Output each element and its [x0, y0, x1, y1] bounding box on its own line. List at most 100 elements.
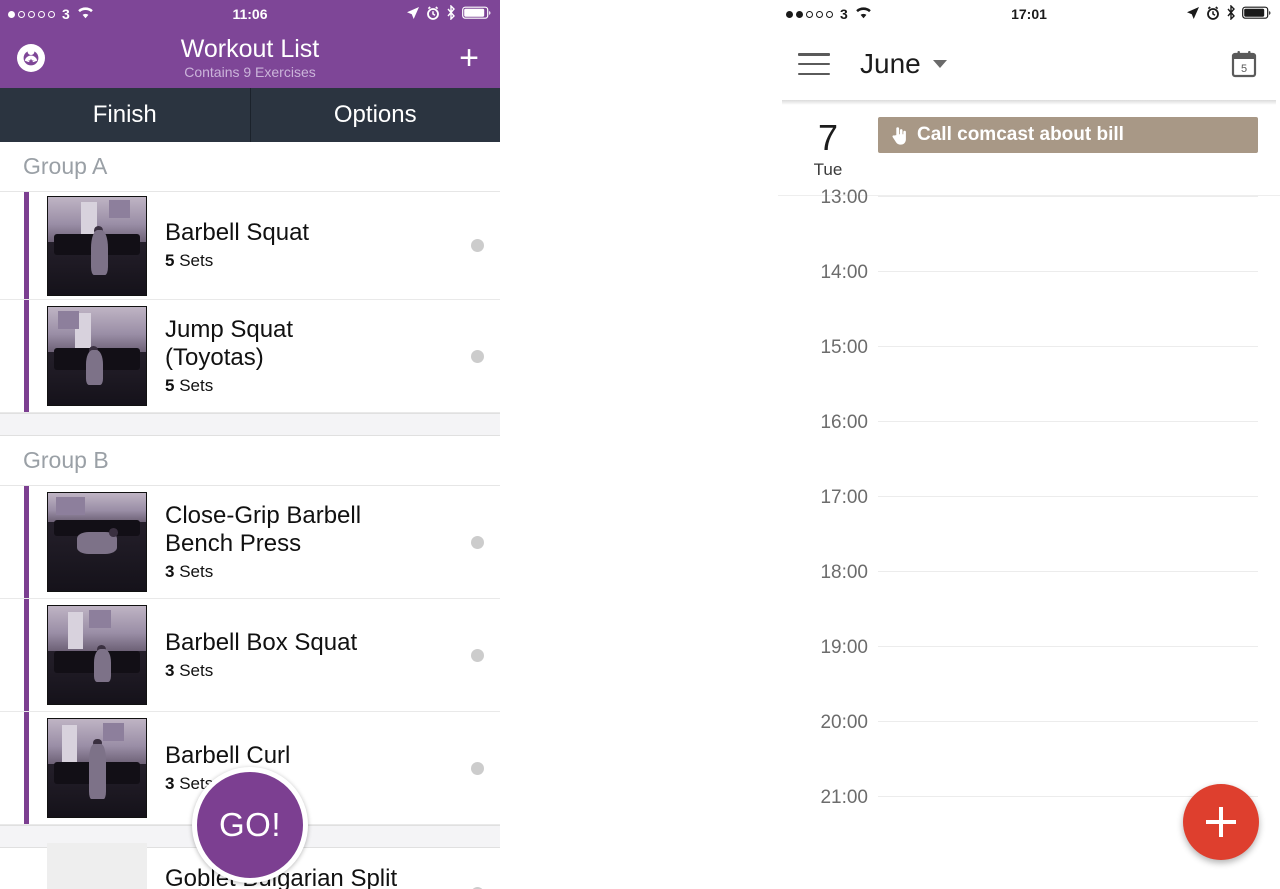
sets-label: Sets [179, 375, 214, 395]
battery-icon [1242, 6, 1272, 23]
app-logo-icon [14, 41, 48, 75]
hour-label: 15:00 [820, 337, 868, 358]
hour-label: 19:00 [820, 637, 868, 658]
alarm-clock-icon [426, 5, 440, 23]
bluetooth-icon [446, 4, 456, 23]
day-row: 7 Tue Call comcast about bill [778, 105, 1280, 196]
group-header-b: Group B [0, 436, 500, 486]
add-exercise-button[interactable]: + [452, 41, 486, 75]
hour-line [878, 421, 1258, 422]
event-chip[interactable]: Call comcast about bill [878, 117, 1258, 153]
finish-button[interactable]: Finish [0, 88, 250, 142]
group-accent-bar [24, 300, 29, 412]
exercise-sets: 3 Sets [165, 561, 461, 583]
exercise-sets: 5 Sets [165, 250, 461, 272]
right-status-signal: 3 [786, 6, 872, 22]
day-column[interactable]: 7 Tue [778, 117, 878, 181]
workout-app-screen: 3 11:06 Workout List Contains 9 Exercise… [0, 0, 500, 889]
signal-dot [786, 10, 793, 18]
hour-line [878, 646, 1258, 647]
group-accent-bar [24, 192, 29, 299]
hour-grid: 13:00 14:00 15:00 16:00 17:00 18:00 19:0… [778, 187, 1280, 871]
exercise-name: Jump Squat (Toyotas) [165, 315, 294, 371]
hour-row[interactable]: 15:00 [778, 337, 1280, 421]
close-grip-bench-thumb [47, 492, 147, 592]
location-arrow-icon [1186, 6, 1200, 23]
sets-label: Sets [179, 660, 214, 680]
hour-label: 14:00 [820, 262, 868, 283]
exercise-row[interactable]: Jump Squat (Toyotas) 5 Sets [0, 300, 500, 413]
options-button[interactable]: Options [249, 88, 501, 142]
hour-line [878, 271, 1258, 272]
svg-text:5: 5 [1241, 63, 1247, 75]
plus-icon [1206, 807, 1236, 837]
goblet-split-squat-thumb [47, 843, 147, 889]
row-status-dot[interactable] [471, 761, 484, 775]
group-accent-bar [24, 848, 29, 889]
exercise-text: Close-Grip Barbell Bench Press 3 Sets [165, 496, 461, 589]
hour-row[interactable]: 18:00 [778, 562, 1280, 646]
exercise-row[interactable]: Close-Grip Barbell Bench Press 3 Sets [0, 486, 500, 599]
group-separator [0, 413, 500, 436]
barbell-squat-thumb [47, 195, 147, 296]
hour-line [878, 571, 1258, 572]
chevron-down-icon[interactable] [932, 60, 947, 68]
sets-count: 5 [165, 251, 175, 270]
hour-row[interactable]: 13:00 [778, 187, 1280, 271]
signal-dot [826, 10, 833, 18]
bluetooth-icon [1226, 4, 1236, 23]
hour-row[interactable]: 19:00 [778, 637, 1280, 721]
signal-dot [796, 10, 803, 18]
exercise-name: Goblet Bulgarian Split Squat [165, 865, 398, 889]
wifi-icon [77, 6, 94, 22]
signal-dot [48, 10, 55, 18]
exercise-row[interactable]: Barbell Squat 5 Sets [0, 192, 500, 300]
sets-count: 5 [165, 375, 175, 395]
left-status-icons [406, 4, 492, 23]
hamburger-menu-icon[interactable] [798, 53, 830, 75]
hour-row[interactable]: 17:00 [778, 487, 1280, 571]
page-title: Workout List [180, 35, 320, 63]
signal-dot [18, 10, 25, 18]
exercise-name: Barbell Squat [165, 219, 310, 246]
row-status-dot[interactable] [471, 535, 484, 549]
hour-label: 13:00 [820, 187, 868, 208]
exercise-name: Barbell Curl [165, 741, 291, 769]
month-label[interactable]: June [860, 48, 921, 80]
day-weekday: Tue [813, 160, 843, 179]
signal-dot [28, 10, 35, 18]
hour-row[interactable]: 16:00 [778, 412, 1280, 496]
calendar-app-screen: 3 17:01 June 5 7 Tue Call comcast about … [778, 0, 1280, 889]
hour-label: 21:00 [820, 787, 868, 808]
go-button[interactable]: GO! [192, 767, 308, 883]
hour-label: 17:00 [820, 487, 868, 508]
row-status-dot[interactable] [471, 648, 484, 662]
row-status-dot[interactable] [471, 239, 484, 252]
hour-label: 18:00 [820, 562, 868, 583]
calendar-header: June 5 [778, 28, 1280, 100]
task-hand-icon [890, 126, 907, 145]
group-accent-bar [24, 712, 29, 824]
jump-squat-thumb [47, 306, 147, 406]
add-event-fab[interactable] [1183, 784, 1259, 860]
row-status-dot[interactable] [471, 349, 484, 363]
left-status-signal: 3 [8, 6, 94, 22]
sets-count: 3 [165, 561, 175, 581]
hour-row[interactable]: 20:00 [778, 712, 1280, 796]
exercise-text: Barbell Squat 5 Sets [165, 213, 461, 278]
barbell-box-squat-thumb [47, 605, 147, 705]
calendar-today-icon[interactable]: 5 [1228, 48, 1260, 80]
signal-dot [8, 10, 15, 18]
exercise-name: Close-Grip Barbell Bench Press [165, 501, 362, 557]
carrier-label: 3 [840, 6, 848, 22]
exercise-row[interactable]: Barbell Box Squat 3 Sets [0, 599, 500, 712]
page-subtitle: Contains 9 Exercises [184, 64, 316, 80]
hour-row[interactable]: 14:00 [778, 262, 1280, 346]
group-header-a: Group A [0, 142, 500, 192]
group-accent-bar [24, 599, 29, 711]
location-arrow-icon [406, 6, 420, 23]
group-accent-bar [24, 486, 29, 598]
sets-count: 3 [165, 773, 175, 793]
workout-action-bar: Finish Options [0, 88, 500, 142]
signal-dot [38, 10, 45, 18]
